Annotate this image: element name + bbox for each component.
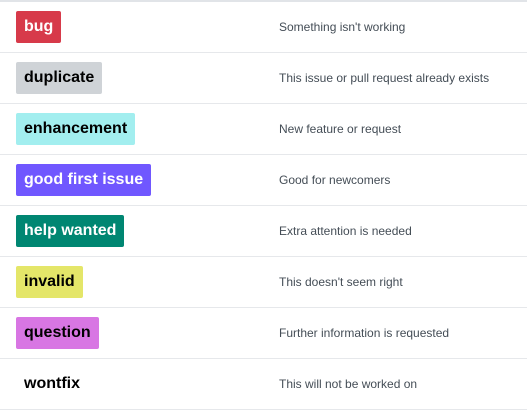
label-row-wontfix: wontfix This will not be worked on — [0, 359, 527, 410]
label-badge-bug[interactable]: bug — [16, 11, 62, 43]
label-description-invalid: This doesn't seem right — [279, 275, 403, 289]
label-row-invalid: invalid This doesn't seem right — [0, 257, 527, 308]
label-row-enhancement: enhancement New feature or request — [0, 104, 527, 155]
label-description-bug: Something isn't working — [279, 20, 406, 34]
label-badge-invalid[interactable]: invalid — [16, 266, 83, 298]
label-description-duplicate: This issue or pull request already exist… — [279, 71, 490, 85]
label-badge-help-wanted[interactable]: help wanted — [16, 215, 125, 247]
label-badge-wontfix[interactable]: wontfix — [16, 368, 88, 400]
label-description-enhancement: New feature or request — [279, 122, 402, 136]
label-row-good-first-issue: good first issue Good for newcomers — [0, 155, 527, 206]
label-description-help-wanted: Extra attention is needed — [279, 224, 412, 238]
labels-list: bug Something isn't working duplicate Th… — [0, 0, 527, 419]
label-badge-enhancement[interactable]: enhancement — [16, 113, 136, 145]
label-description-question: Further information is requested — [279, 326, 450, 340]
label-row-question: question Further information is requeste… — [0, 308, 527, 359]
label-row-bug: bug Something isn't working — [0, 2, 527, 53]
label-badge-question[interactable]: question — [16, 317, 99, 349]
label-badge-good-first-issue[interactable]: good first issue — [16, 164, 152, 196]
label-description-good-first-issue: Good for newcomers — [279, 173, 391, 187]
label-description-wontfix: This will not be worked on — [279, 377, 418, 391]
label-badge-duplicate[interactable]: duplicate — [16, 62, 103, 94]
label-row-duplicate: duplicate This issue or pull request alr… — [0, 53, 527, 104]
label-row-help-wanted: help wanted Extra attention is needed — [0, 206, 527, 257]
